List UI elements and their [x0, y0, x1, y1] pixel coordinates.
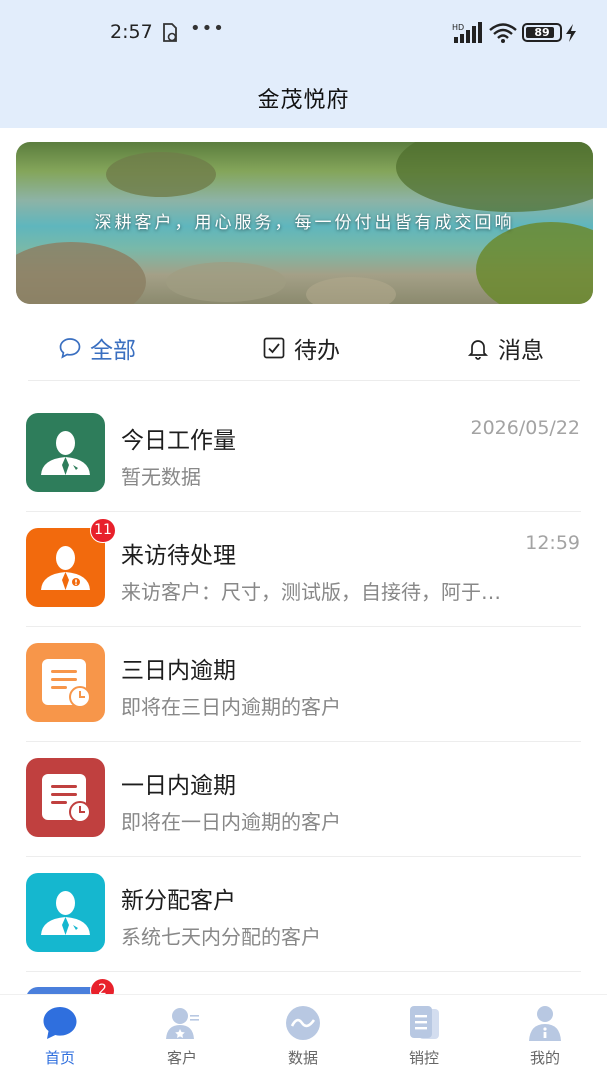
nav-home[interactable]: 首页: [15, 995, 105, 1080]
app-screen: 2:57 ••• HD 89 金茂悦府 深耕客户，用心服务，每一份付出皆有成交回…: [0, 0, 607, 1080]
tab-todo[interactable]: 待办: [262, 326, 340, 370]
nav-data[interactable]: 数据: [258, 995, 348, 1080]
person-pin-icon: [26, 413, 105, 492]
battery-text: 89: [534, 26, 550, 39]
tab-all-label: 全部: [90, 338, 136, 364]
nav-customers-label: 客户: [166, 1049, 197, 1067]
item-icon-container: [26, 528, 105, 607]
item-divider: [26, 971, 581, 972]
tab-messages-label: 消息: [498, 338, 544, 364]
nav-home-label: 首页: [44, 1049, 75, 1067]
nav-sales-control[interactable]: 销控: [379, 995, 469, 1080]
list-item-overdue-1day[interactable]: 一日内逾期 即将在一日内逾期的客户: [0, 742, 607, 857]
item-subtitle: 来访客户：尺寸，测试版，自接待，阿于…: [121, 580, 501, 604]
chat-bubble-icon: [59, 338, 81, 359]
notification-badge: 11: [90, 518, 116, 543]
status-time: 2:57: [110, 21, 153, 43]
profile-icon: [529, 1006, 561, 1041]
item-icon-container: [26, 873, 105, 952]
bottom-nav: 首页 客户 数据 销控 我的: [0, 994, 607, 1080]
item-time: 12:59: [525, 532, 580, 554]
list-item-overdue-3days[interactable]: 三日内逾期 即将在三日内逾期的客户: [0, 627, 607, 742]
chat-home-icon: [43, 1007, 77, 1039]
list-item-new-assigned[interactable]: 新分配客户 系统七天内分配的客户: [0, 857, 607, 972]
document-stack-icon: [410, 1006, 439, 1039]
item-time: 2026/05/22: [470, 417, 580, 439]
banner-image[interactable]: 深耕客户，用心服务，每一份付出皆有成交回响: [16, 142, 593, 304]
person-alert-icon: [26, 528, 105, 607]
item-title: 今日工作量: [121, 428, 236, 454]
list-item-today-workload[interactable]: 今日工作量 暂无数据 2026/05/22: [0, 397, 607, 512]
nav-data-label: 数据: [287, 1049, 318, 1067]
document-clock-icon: [26, 758, 105, 837]
tab-messages[interactable]: 消息: [466, 326, 544, 370]
item-title: 新分配客户: [121, 888, 236, 914]
battery-icon: 89: [522, 23, 562, 42]
item-icon-container: [26, 643, 105, 722]
checkbox-icon: [263, 337, 285, 359]
wifi-icon: [489, 23, 517, 43]
top-header: 2:57 ••• HD 89 金茂悦府: [0, 0, 607, 128]
item-title: 来访待处理: [121, 543, 236, 569]
banner-slogan: 深耕客户，用心服务，每一份付出皆有成交回响: [94, 213, 515, 233]
document-sync-icon: [163, 23, 177, 42]
customer-icon: [166, 1008, 199, 1039]
item-icon-container: [26, 413, 105, 492]
item-icon-container: [26, 758, 105, 837]
task-list: 今日工作量 暂无数据 2026/05/22 来访待处理 来访客户：尺寸，测试版，…: [0, 397, 607, 972]
item-title: 一日内逾期: [121, 773, 236, 799]
person-pin-icon: [26, 873, 105, 952]
bell-icon: [467, 340, 489, 360]
network-label: HD: [452, 23, 464, 32]
tab-all[interactable]: 全部: [58, 326, 136, 370]
tab-divider: [28, 380, 580, 381]
document-clock-icon: [26, 643, 105, 722]
status-bar: 2:57 ••• HD 89: [0, 0, 607, 64]
charging-icon: [566, 24, 576, 42]
nav-customers[interactable]: 客户: [137, 995, 227, 1080]
item-subtitle: 暂无数据: [121, 465, 201, 489]
nav-profile-label: 我的: [529, 1049, 560, 1067]
item-subtitle: 系统七天内分配的客户: [121, 925, 321, 949]
more-notifications-icon: •••: [190, 18, 225, 39]
signal-icon: HD: [452, 22, 482, 43]
nav-profile[interactable]: 我的: [500, 995, 590, 1080]
item-subtitle: 即将在一日内逾期的客户: [121, 810, 341, 834]
chart-wave-icon: [286, 1006, 320, 1040]
nav-sales-control-label: 销控: [408, 1049, 439, 1067]
item-title: 三日内逾期: [121, 658, 236, 684]
page-title: 金茂悦府: [257, 88, 350, 113]
item-subtitle: 即将在三日内逾期的客户: [121, 695, 341, 719]
tab-todo-label: 待办: [294, 338, 340, 364]
tab-bar: 全部 待办 消息: [0, 326, 607, 370]
